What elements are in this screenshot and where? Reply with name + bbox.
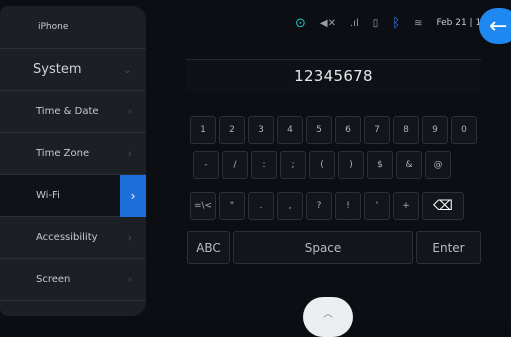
key-7[interactable]: 7 — [364, 116, 390, 144]
key-semicolon[interactable]: ; — [280, 151, 306, 179]
settings-screen: iPhone System ⌄ Time & Date › Time Zone … — [0, 0, 511, 337]
sidebar-item-label: Time & Date — [36, 106, 99, 117]
back-button[interactable]: ← — [479, 8, 511, 44]
sidebar-section-label: System — [33, 62, 82, 77]
key-0[interactable]: 0 — [451, 116, 477, 144]
password-input[interactable]: 12345678 — [186, 59, 481, 92]
chevron-down-icon: ⌄ — [122, 63, 132, 76]
keyboard-row-2: - / : ; ( ) $ & @ — [193, 151, 451, 179]
arrow-left-icon: ← — [489, 13, 508, 39]
keyboard-row-bottom: ABC Space Enter — [187, 231, 481, 264]
key-slash[interactable]: / — [222, 151, 248, 179]
key-symbols-toggle[interactable]: =\< — [190, 192, 216, 220]
key-dash[interactable]: - — [193, 151, 219, 179]
collapse-handle-button[interactable]: ︿ — [303, 297, 353, 337]
keyboard-row-3: =\< " . , ? ! ' + ⌫ — [190, 192, 464, 220]
key-question[interactable]: ? — [306, 192, 332, 220]
key-close-paren[interactable]: ) — [338, 151, 364, 179]
chevron-right-icon: › — [127, 231, 132, 244]
enter-key[interactable]: Enter — [416, 231, 481, 264]
sidebar-device-header: iPhone — [0, 6, 146, 49]
backspace-icon: ⌫ — [433, 198, 453, 214]
chevron-right-icon: › — [120, 174, 146, 217]
key-colon[interactable]: : — [251, 151, 277, 179]
key-exclamation[interactable]: ! — [335, 192, 361, 220]
key-dollar[interactable]: $ — [367, 151, 393, 179]
key-2[interactable]: 2 — [219, 116, 245, 144]
key-open-paren[interactable]: ( — [309, 151, 335, 179]
key-1[interactable]: 1 — [190, 116, 216, 144]
keyboard-row-1: 1 2 3 4 5 6 7 8 9 0 — [190, 116, 477, 144]
mute-icon: ◀✕ — [319, 17, 336, 29]
chevron-right-icon: › — [127, 147, 132, 160]
sidebar-item-screen[interactable]: Screen › — [0, 259, 146, 301]
key-9[interactable]: 9 — [422, 116, 448, 144]
bluetooth-icon: ᛒ — [392, 15, 401, 31]
sidebar-section-system[interactable]: System ⌄ — [0, 49, 146, 91]
location-pin-icon: ⊙ — [295, 15, 306, 31]
sidebar-item-time-date[interactable]: Time & Date › — [0, 91, 146, 133]
sidebar: iPhone System ⌄ Time & Date › Time Zone … — [0, 6, 146, 316]
battery-icon: ▯ — [372, 17, 379, 29]
key-ampersand[interactable]: & — [396, 151, 422, 179]
key-3[interactable]: 3 — [248, 116, 274, 144]
backspace-key[interactable]: ⌫ — [422, 192, 464, 220]
sidebar-item-label: Accessibility — [36, 232, 98, 243]
key-quote[interactable]: " — [219, 192, 245, 220]
device-name: iPhone — [38, 22, 69, 32]
space-key[interactable]: Space — [233, 231, 413, 264]
chevron-right-icon: › — [127, 273, 132, 286]
chevron-up-icon: ︿ — [323, 309, 333, 320]
sidebar-item-label: Screen — [36, 274, 71, 285]
key-at[interactable]: @ — [425, 151, 451, 179]
sidebar-item-accessibility[interactable]: Accessibility › — [0, 217, 146, 259]
sidebar-item-label: Time Zone — [36, 148, 90, 159]
abc-key[interactable]: ABC — [187, 231, 230, 264]
key-4[interactable]: 4 — [277, 116, 303, 144]
sidebar-item-time-zone[interactable]: Time Zone › — [0, 133, 146, 175]
status-bar: ⊙ ◀✕ .ıl ▯ ᛒ ≋ Feb 21 | 12:25 — [295, 0, 501, 46]
wifi-icon: ≋ — [414, 17, 423, 29]
chevron-right-icon: › — [127, 105, 132, 118]
signal-icon: .ıl — [349, 17, 359, 29]
sidebar-item-wifi[interactable]: Wi-Fi › — [0, 174, 146, 217]
key-5[interactable]: 5 — [306, 116, 332, 144]
key-period[interactable]: . — [248, 192, 274, 220]
key-8[interactable]: 8 — [393, 116, 419, 144]
key-apostrophe[interactable]: ' — [364, 192, 390, 220]
key-comma[interactable]: , — [277, 192, 303, 220]
key-plus[interactable]: + — [393, 192, 419, 220]
key-6[interactable]: 6 — [335, 116, 361, 144]
sidebar-item-label: Wi-Fi — [36, 190, 60, 201]
